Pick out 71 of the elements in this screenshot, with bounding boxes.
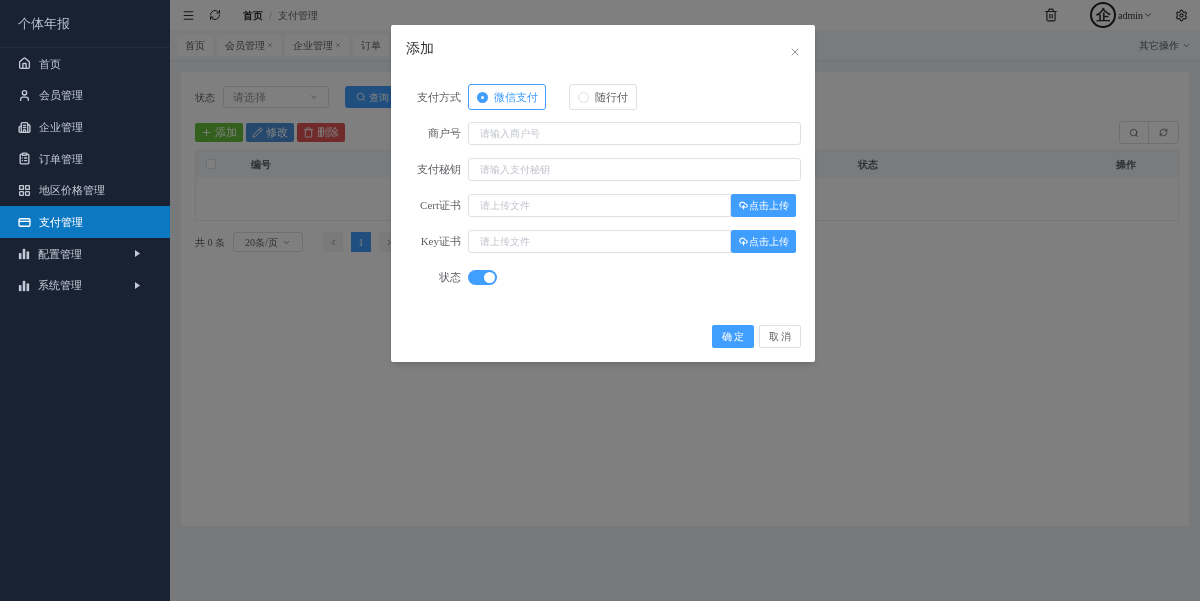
user-name[interactable]: admin <box>1118 7 1143 23</box>
toggle-switch[interactable] <box>468 269 497 285</box>
plus-icon <box>201 127 212 138</box>
sidebar-item[interactable]: 地区价格管理 <box>0 174 170 207</box>
home-icon <box>18 57 31 71</box>
toolbar-button[interactable]: 添加 <box>195 123 243 142</box>
chevron-down-icon[interactable] <box>1143 10 1153 20</box>
clipboard-icon <box>18 152 31 166</box>
search-icon <box>1129 127 1139 138</box>
breadcrumb-separator: / <box>269 8 272 23</box>
close-icon[interactable] <box>267 42 273 48</box>
chevron-down-icon <box>309 92 319 102</box>
expand-arrow-icon <box>135 282 140 290</box>
close-icon[interactable] <box>789 46 801 58</box>
trash-icon <box>303 127 314 138</box>
radio-icon <box>477 91 488 103</box>
total-count: 共 0 条 <box>195 235 225 250</box>
page-size-select[interactable]: 20条/页 <box>233 232 303 252</box>
sidebar-item[interactable]: 订单管理 <box>0 143 170 175</box>
column-header: 编号 <box>251 157 272 172</box>
sidebar-item[interactable]: 支付管理 <box>0 206 170 239</box>
page-tab[interactable]: 企业管理 <box>285 34 349 56</box>
field-label: 支付秘钥 <box>416 161 461 177</box>
refresh-icon[interactable] <box>209 9 221 21</box>
close-icon[interactable] <box>335 42 341 48</box>
bar-chart-icon <box>18 247 30 260</box>
sidebar-item[interactable]: 系统管理 <box>0 269 170 302</box>
cloud-icon <box>738 200 748 210</box>
toolbar-button[interactable]: 修改 <box>246 123 294 142</box>
breadcrumb-item: 支付管理 <box>277 8 318 23</box>
card-icon <box>18 215 31 229</box>
field-label: 状态 <box>438 269 461 285</box>
sidebar-item[interactable]: 会员管理 <box>0 79 170 112</box>
column-header: 操作 <box>1116 157 1137 172</box>
page-tab[interactable]: 首页 <box>177 34 213 56</box>
toolbar-button[interactable]: 删除 <box>297 123 345 142</box>
field-label: Key证书 <box>419 233 461 249</box>
upload-button[interactable]: 点击上传 <box>731 229 796 253</box>
avatar[interactable]: 企 <box>1090 2 1116 28</box>
trash-icon[interactable] <box>1044 8 1058 22</box>
expand-arrow-icon <box>135 250 140 258</box>
building-icon <box>18 120 31 134</box>
page-tab[interactable]: 会员管理 <box>217 34 281 56</box>
radio-option[interactable]: 微信支付 <box>468 84 546 110</box>
grid-icon <box>18 184 31 198</box>
cancel-button[interactable]: 取 消 <box>759 325 801 348</box>
sidebar-item[interactable]: 首页 <box>0 48 170 80</box>
filter-label: 状态 <box>195 90 215 105</box>
bar-chart-icon <box>18 279 30 292</box>
user-icon <box>18 89 31 103</box>
column-header: 状态 <box>858 157 879 172</box>
search-icon <box>356 92 366 102</box>
settings-icon[interactable] <box>1175 8 1188 22</box>
app-title: 个体年报 <box>18 14 70 33</box>
page-button[interactable]: 1 <box>351 232 371 252</box>
dialog-title: 添加 <box>406 39 434 58</box>
sidebar-item[interactable]: 企业管理 <box>0 111 170 144</box>
cloud-icon <box>738 236 748 246</box>
field-label: 支付方式 <box>416 89 461 105</box>
other-actions-dropdown[interactable]: 其它操作 <box>1139 37 1193 53</box>
sidebar-item[interactable]: 配置管理 <box>0 238 170 270</box>
field-label: 商户号 <box>427 125 461 141</box>
page-tab[interactable]: 订单 <box>353 34 389 56</box>
breadcrumb-item[interactable]: 首页 <box>243 7 263 23</box>
pencil-icon <box>252 127 263 138</box>
field-label: Cert证书 <box>419 197 461 213</box>
confirm-button[interactable]: 确 定 <box>712 325 754 348</box>
menu-icon[interactable] <box>182 8 195 22</box>
refresh-icon <box>1159 128 1168 137</box>
radio-option[interactable]: 随行付 <box>569 84 637 110</box>
upload-button[interactable]: 点击上传 <box>731 193 796 217</box>
